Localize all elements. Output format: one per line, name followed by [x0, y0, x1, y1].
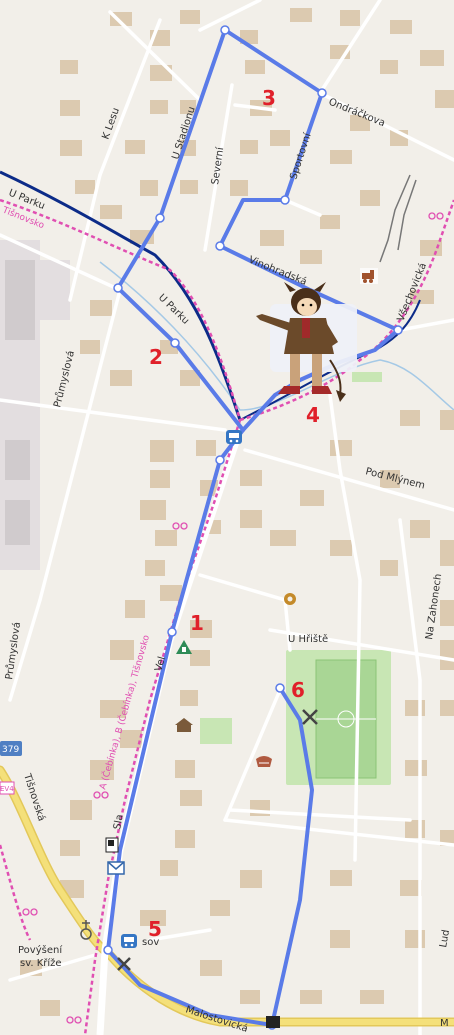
road-379-label: 379: [2, 745, 19, 755]
label-sv-krize: sv. Kříže: [20, 957, 62, 969]
flag-icon[interactable]: [105, 837, 119, 853]
waypoint-5[interactable]: 5: [148, 917, 162, 941]
waypoint-2[interactable]: 2: [149, 345, 163, 369]
label-u-hriste: U Hřiště: [288, 633, 328, 645]
map-canvas[interactable]: U Parku Tišnovsko K Lesu U Stadionu Seve…: [0, 0, 454, 1035]
bus-stop-icon[interactable]: [226, 430, 242, 444]
waypoint-3[interactable]: 3: [262, 86, 276, 110]
label-povyseni: Povýšení: [18, 944, 63, 956]
waypoint-6[interactable]: 6: [291, 678, 305, 702]
flag-icon-south[interactable]: [266, 1016, 280, 1028]
waypoint-1[interactable]: 1: [190, 611, 204, 635]
gear-icon[interactable]: [284, 593, 296, 605]
post-office-icon[interactable]: [107, 861, 125, 875]
bus-stop-icon-south[interactable]: [121, 934, 137, 948]
waypoint-4[interactable]: 4: [306, 403, 320, 427]
stadium-icon[interactable]: [256, 756, 272, 767]
train-icon[interactable]: [360, 268, 378, 284]
ev4-label: EV4: [0, 785, 14, 793]
label-m-edge: M: [440, 1018, 449, 1029]
